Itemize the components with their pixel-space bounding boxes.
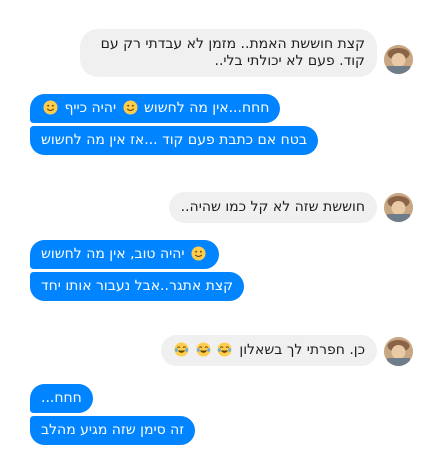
contact-avatar[interactable] [384, 45, 413, 74]
message-text: בטח אם כתבת פעם קוד ...אז אין מה לחשוש [41, 132, 307, 148]
contact-avatar[interactable] [384, 193, 413, 222]
tears-of-joy-emoji-icon [173, 342, 233, 359]
outgoing-message: חחח...אין מה לחשוש יהיה כייף [30, 94, 281, 123]
message-text: כן. חפרתי לך בשאלון [239, 342, 365, 358]
message-text: חחח...אין מה לחשוש [143, 100, 270, 116]
outgoing-message: חחח... [30, 384, 93, 413]
smiling-face-emoji-icon [123, 100, 138, 115]
incoming-message: חוששת שזה לא קל כמו שהיה.. [168, 192, 377, 223]
outgoing-message: יהיה טוב, אין מה לחשוש [30, 240, 219, 269]
smiling-face-emoji-icon [191, 246, 206, 261]
incoming-message: קצת חוששת האמת.. מזמן לא עבדתי רק עם קוד… [80, 29, 377, 77]
message-text-line: קצת חוששת האמת.. מזמן לא עבדתי רק עם [100, 36, 365, 52]
outgoing-message: קצת אתגר..אבל נעבור אותו יחד [30, 272, 245, 301]
outgoing-message: בטח אם כתבת פעם קוד ...אז אין מה לחשוש [30, 126, 318, 155]
message-text: יהיה כייף [64, 100, 117, 116]
message-text: חחח... [41, 390, 82, 406]
contact-avatar[interactable] [384, 337, 413, 366]
message-text: יהיה טוב, אין מה לחשוש [41, 246, 185, 262]
outgoing-message: זה סימן שזה מגיע מהלב [30, 416, 196, 445]
smiling-face-emoji-icon [43, 100, 58, 115]
incoming-message: כן. חפרתי לך בשאלון [161, 335, 377, 366]
message-text: זה סימן שזה מגיע מהלב [41, 422, 185, 438]
message-text: קצת אתגר..אבל נעבור אותו יחד [41, 278, 234, 294]
message-text: חוששת שזה לא קל כמו שהיה.. [180, 199, 365, 215]
chat-thread: קצת חוששת האמת.. מזמן לא עבדתי רק עם קוד… [0, 0, 425, 449]
message-text-line: קוד. פעם לא יכולתי בלי.. [214, 53, 365, 69]
